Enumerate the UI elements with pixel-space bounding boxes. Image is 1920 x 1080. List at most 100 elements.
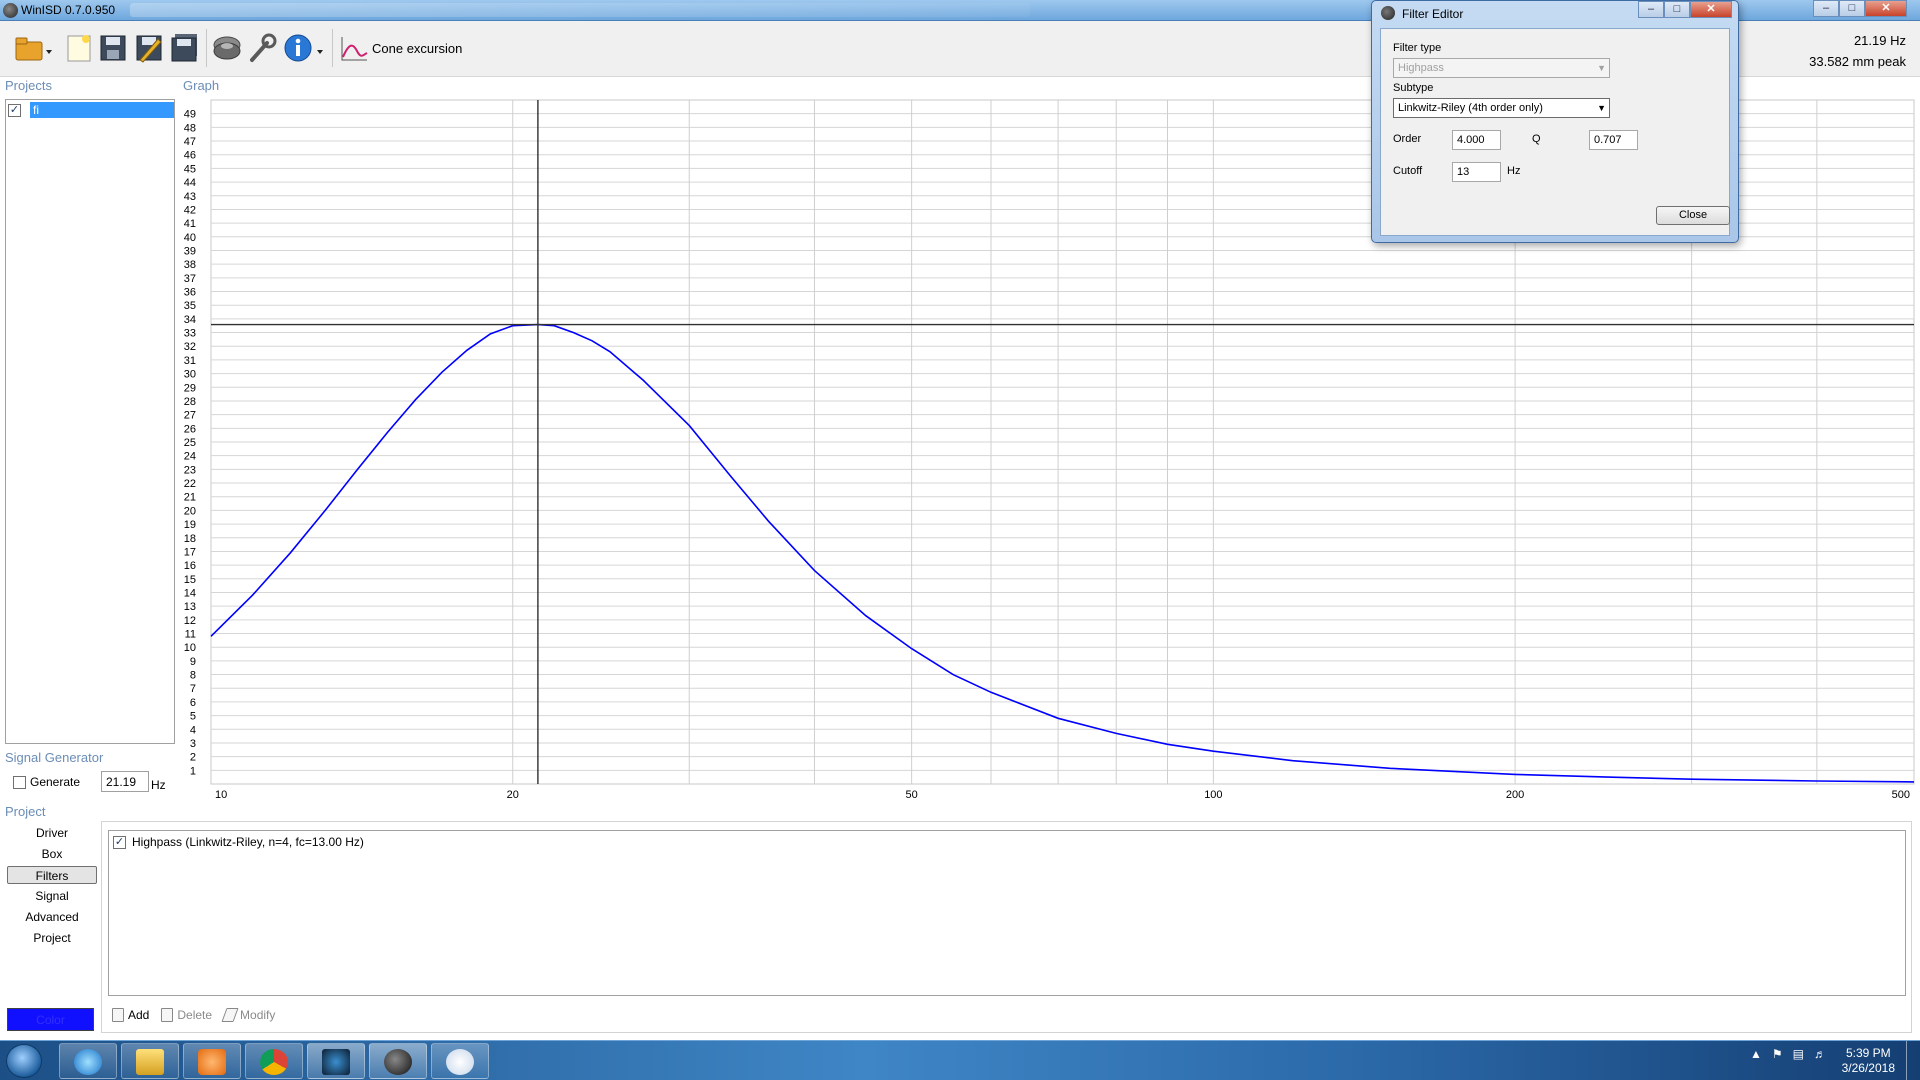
nav-driver[interactable]: Driver [7, 824, 97, 842]
cutoff-unit: Hz [1507, 165, 1521, 177]
internet-explorer-icon[interactable] [59, 1043, 117, 1079]
color-button[interactable]: Color [7, 1008, 94, 1031]
y-tick-label: 11 [185, 629, 196, 641]
add-label: Add [128, 1008, 150, 1022]
x-tick-label: 50 [906, 789, 918, 800]
y-tick-label: 3 [190, 738, 196, 750]
x-tick-label: 100 [1204, 789, 1222, 800]
y-tick-label: 1 [190, 765, 196, 777]
y-tick-label: 43 [184, 191, 196, 203]
y-tick-label: 25 [184, 437, 196, 449]
y-tick-label: 44 [184, 177, 196, 189]
y-tick-label: 12 [184, 615, 196, 627]
add-filter-button[interactable]: Add [112, 1008, 149, 1022]
y-tick-label: 29 [184, 382, 196, 394]
y-tick-label: 7 [190, 683, 196, 695]
subtype-value: Linkwitz-Riley (4th order only) [1398, 102, 1543, 114]
y-tick-label: 38 [184, 259, 196, 271]
subtype-select[interactable]: Linkwitz-Riley (4th order only) ▼ [1393, 98, 1610, 118]
filter-row[interactable]: ✓ Highpass (Linkwitz-Riley, n=4, fc=13.0… [113, 835, 364, 849]
pencil-icon [221, 1008, 239, 1022]
x-tick-label: 500 [1892, 789, 1910, 800]
q-label: Q [1532, 133, 1541, 145]
y-tick-label: 6 [190, 697, 196, 709]
y-tick-label: 27 [184, 410, 196, 422]
filter-editor-dialog: Filter Editor – □ ✕ Filter type Highpass… [1371, 0, 1739, 243]
order-input[interactable]: 4.000 [1452, 130, 1501, 150]
file-explorer-icon[interactable] [121, 1043, 179, 1079]
y-tick-label: 10 [184, 642, 196, 654]
tray-expand-icon[interactable]: ▲ [1750, 1047, 1762, 1061]
signal-frequency-unit: Hz [151, 778, 166, 792]
y-tick-label: 22 [184, 478, 196, 490]
project-heading: Project [5, 804, 46, 819]
order-label: Order [1393, 133, 1422, 145]
y-tick-label: 16 [184, 560, 196, 572]
y-tick-label: 8 [190, 670, 196, 682]
y-tick-label: 14 [184, 587, 196, 599]
nav-advanced[interactable]: Advanced [7, 908, 97, 926]
y-tick-label: 23 [184, 464, 196, 476]
y-tick-label: 28 [184, 396, 196, 408]
delete-label: Delete [177, 1008, 213, 1022]
y-tick-label: 49 [184, 109, 196, 121]
filter-label[interactable]: Highpass (Linkwitz-Riley, n=4, fc=13.00 … [132, 835, 364, 849]
y-tick-label: 42 [184, 204, 196, 216]
y-tick-label: 17 [184, 546, 196, 558]
y-tick-label: 2 [190, 752, 196, 764]
dialog-close-icon[interactable]: ✕ [1690, 1, 1732, 18]
cutoff-input[interactable]: 13 [1452, 162, 1501, 182]
nav-project[interactable]: Project [7, 929, 97, 947]
chrome-icon[interactable] [245, 1043, 303, 1079]
x-tick-label: 20 [507, 789, 519, 800]
dark-app-icon[interactable] [307, 1043, 365, 1079]
show-desktop-button[interactable] [1906, 1041, 1920, 1080]
delete-filter-button[interactable]: Delete [161, 1008, 212, 1022]
nav-signal[interactable]: Signal [7, 887, 97, 905]
nav-filters[interactable]: Filters [7, 866, 97, 884]
taskbar-clock[interactable]: 5:39 PM 3/26/2018 [1842, 1046, 1895, 1076]
y-tick-label: 26 [184, 423, 196, 435]
y-tick-label: 4 [190, 724, 196, 736]
x-tick-label: 200 [1506, 789, 1524, 800]
chevron-down-icon: ▼ [1597, 63, 1606, 73]
action-center-flag-icon[interactable]: ⚑ [1772, 1047, 1783, 1061]
y-tick-label: 20 [184, 505, 196, 517]
taskbar: ▲ ⚑ ▤ ♬ 5:39 PM 3/26/2018 [0, 1040, 1920, 1080]
paint-icon[interactable] [431, 1043, 489, 1079]
y-tick-label: 31 [184, 355, 196, 367]
y-tick-label: 36 [184, 287, 196, 299]
add-icon [112, 1008, 124, 1022]
y-tick-label: 21 [184, 492, 196, 504]
chevron-down-icon: ▼ [1597, 103, 1606, 113]
clock-time: 5:39 PM [1845, 1046, 1891, 1060]
media-player-icon[interactable] [183, 1043, 241, 1079]
start-icon[interactable] [6, 1044, 42, 1078]
dialog-app-icon [1381, 6, 1395, 20]
filter-type-value: Highpass [1398, 62, 1444, 74]
dialog-minimize-icon[interactable]: – [1638, 1, 1664, 18]
filter-list: ✓ Highpass (Linkwitz-Riley, n=4, fc=13.0… [108, 830, 1906, 996]
y-tick-label: 34 [184, 314, 196, 326]
generate-toggle[interactable]: Generate [13, 775, 80, 789]
generate-checkbox[interactable] [13, 775, 26, 789]
filter-type-label: Filter type [1393, 42, 1442, 54]
dialog-maximize-icon[interactable]: □ [1664, 1, 1690, 18]
volume-icon[interactable]: ♬ [1814, 1047, 1826, 1061]
q-input[interactable]: 0.707 [1589, 130, 1638, 150]
network-icon[interactable]: ▤ [1793, 1047, 1804, 1061]
filter-type-select[interactable]: Highpass ▼ [1393, 58, 1610, 78]
clock-date: 3/26/2018 [1841, 1061, 1895, 1075]
nav-box[interactable]: Box [7, 845, 97, 863]
subtype-label: Subtype [1393, 82, 1434, 94]
y-tick-label: 24 [184, 451, 196, 463]
delete-icon [161, 1008, 174, 1022]
dialog-window-controls: – □ ✕ [1638, 1, 1732, 18]
signal-frequency-input[interactable]: 21.19 [101, 771, 149, 792]
generate-label: Generate [30, 775, 81, 789]
close-button[interactable]: Close [1656, 206, 1730, 225]
system-tray: ▲ ⚑ ▤ ♬ [1750, 1047, 1826, 1061]
filter-checkbox[interactable]: ✓ [113, 835, 126, 849]
winisd-taskbar-icon[interactable] [369, 1043, 427, 1079]
modify-filter-button[interactable]: Modify [221, 1008, 275, 1022]
